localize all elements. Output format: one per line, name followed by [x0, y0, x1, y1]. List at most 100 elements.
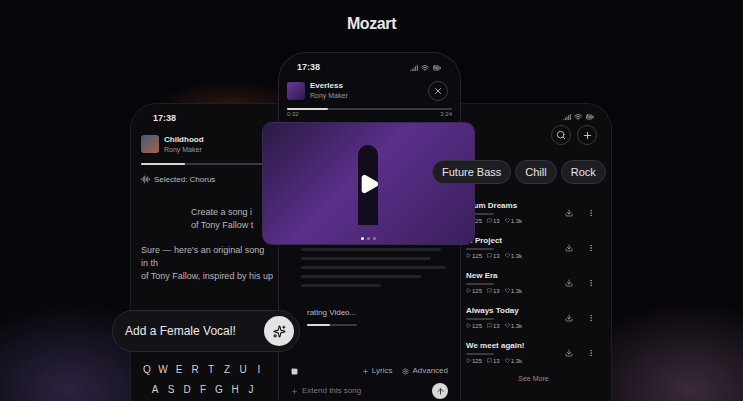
- track-row[interactable]: New Era125131.3k: [466, 265, 601, 300]
- slide-dot[interactable]: [367, 237, 370, 240]
- heart-icon: [505, 288, 510, 293]
- comment-icon: [487, 288, 492, 293]
- download-icon[interactable]: [565, 244, 573, 252]
- lyric-line: [301, 248, 441, 251]
- song-card[interactable]: ChildhoodRony Maker: [141, 135, 273, 154]
- track-row[interactable]: le Project 125131.3k: [466, 230, 601, 265]
- settings-icon: [402, 368, 409, 375]
- comments: 13: [487, 217, 500, 225]
- comment-icon: [487, 323, 492, 328]
- track-stats: 125131.3k: [466, 252, 565, 260]
- plus-icon: [362, 368, 369, 375]
- more-icon[interactable]: [587, 349, 595, 357]
- key[interactable]: A: [147, 382, 163, 397]
- close-button[interactable]: [428, 81, 448, 101]
- logo[interactable]: Mozart: [347, 12, 396, 36]
- key[interactable]: H: [227, 382, 243, 397]
- status-bar: 17:38: [279, 53, 460, 75]
- play-count-icon: [466, 323, 471, 328]
- track-title: Always Today: [466, 306, 565, 316]
- see-more[interactable]: See More: [518, 374, 548, 385]
- more-icon[interactable]: [587, 209, 595, 217]
- add-button[interactable]: [577, 125, 597, 145]
- track-subtitle: [466, 283, 494, 285]
- plays: 125: [466, 322, 482, 330]
- track-title: We meet again!: [466, 341, 565, 351]
- comments: 13: [487, 252, 500, 260]
- more-icon[interactable]: [587, 279, 595, 287]
- generation-progress[interactable]: [307, 324, 357, 326]
- times: 0:323:24: [287, 111, 452, 118]
- download-icon[interactable]: [565, 349, 573, 357]
- wifi-icon: [574, 113, 582, 121]
- key[interactable]: I: [251, 362, 267, 377]
- generation: rating Video...: [279, 307, 460, 326]
- likes: 1.3k: [505, 217, 522, 225]
- track-subtitle: [466, 353, 494, 355]
- slide-dot[interactable]: [373, 237, 376, 240]
- track-title: le Project: [466, 236, 565, 246]
- logo-bar: Mozart: [0, 12, 743, 36]
- track-row[interactable]: We meet again! 125131.3k: [466, 335, 601, 370]
- prompt-send-button[interactable]: [264, 316, 294, 346]
- track-stats: 125131.3k: [466, 357, 565, 365]
- song-artist: Rony Maker: [164, 145, 204, 154]
- genre-chip[interactable]: Chill: [515, 160, 556, 184]
- action-button[interactable]: Lyrics: [362, 365, 393, 377]
- prompt-text: Add a Female Vocal!: [125, 322, 264, 340]
- lyric-line: [301, 275, 421, 278]
- download-icon[interactable]: [565, 314, 573, 322]
- song-progress[interactable]: [287, 108, 452, 110]
- lyric-line: [301, 266, 446, 269]
- slide-dot[interactable]: [361, 237, 364, 240]
- progress-fill: [141, 163, 185, 165]
- stop-icon[interactable]: [291, 368, 298, 375]
- key[interactable]: Q: [139, 362, 155, 377]
- key[interactable]: J: [243, 382, 259, 397]
- key[interactable]: F: [195, 382, 211, 397]
- status-bar: [441, 104, 611, 121]
- status-icons: [563, 113, 595, 121]
- extend-placeholder: Extend this song: [302, 385, 428, 397]
- song-progress[interactable]: [141, 163, 266, 165]
- song-thumbnail: [287, 82, 305, 100]
- track-info: We meet again! 125131.3k: [466, 341, 565, 365]
- key[interactable]: E: [171, 362, 187, 377]
- more-icon[interactable]: [587, 314, 595, 322]
- key[interactable]: R: [187, 362, 203, 377]
- key[interactable]: U: [235, 362, 251, 377]
- signal-icon: [410, 64, 418, 72]
- track-info: le Project 125131.3k: [466, 236, 565, 260]
- track-info: New Era125131.3k: [466, 271, 565, 295]
- key[interactable]: W: [155, 362, 171, 377]
- heart-icon: [505, 218, 510, 223]
- key[interactable]: D: [179, 382, 195, 397]
- track-row[interactable]: Always Today125131.3k: [466, 300, 601, 335]
- download-icon[interactable]: [565, 279, 573, 287]
- song-info: ChildhoodRony Maker: [164, 135, 204, 154]
- send-button[interactable]: [432, 383, 448, 399]
- likes: 1.3k: [505, 287, 522, 295]
- key[interactable]: T: [203, 362, 219, 377]
- chat: Create a song iof Tony Fallow tSure — he…: [141, 206, 273, 283]
- progress-fill: [287, 108, 328, 110]
- track-stats: 125131.3k: [466, 287, 565, 295]
- wifi-icon: [421, 64, 429, 72]
- elapsed-time: 0:32: [287, 111, 299, 118]
- track-row[interactable]: ntum Dreams125131.3k: [466, 195, 601, 230]
- genre-chip[interactable]: Future Bass: [432, 160, 511, 184]
- search-button[interactable]: [551, 125, 571, 145]
- more-icon[interactable]: [587, 244, 595, 252]
- download-icon[interactable]: [565, 209, 573, 217]
- key[interactable]: G: [211, 382, 227, 397]
- key[interactable]: Z: [219, 362, 235, 377]
- plays: 125: [466, 287, 482, 295]
- genre-chip[interactable]: Rock: [561, 160, 606, 184]
- key[interactable]: S: [163, 382, 179, 397]
- prompt-input[interactable]: Add a Female Vocal!: [112, 310, 300, 352]
- status-icons: [410, 64, 442, 72]
- play-button[interactable]: [355, 170, 383, 198]
- extend-input[interactable]: Extend this song: [279, 383, 460, 399]
- action-button[interactable]: Advanced: [402, 365, 448, 377]
- track-subtitle: [466, 318, 494, 320]
